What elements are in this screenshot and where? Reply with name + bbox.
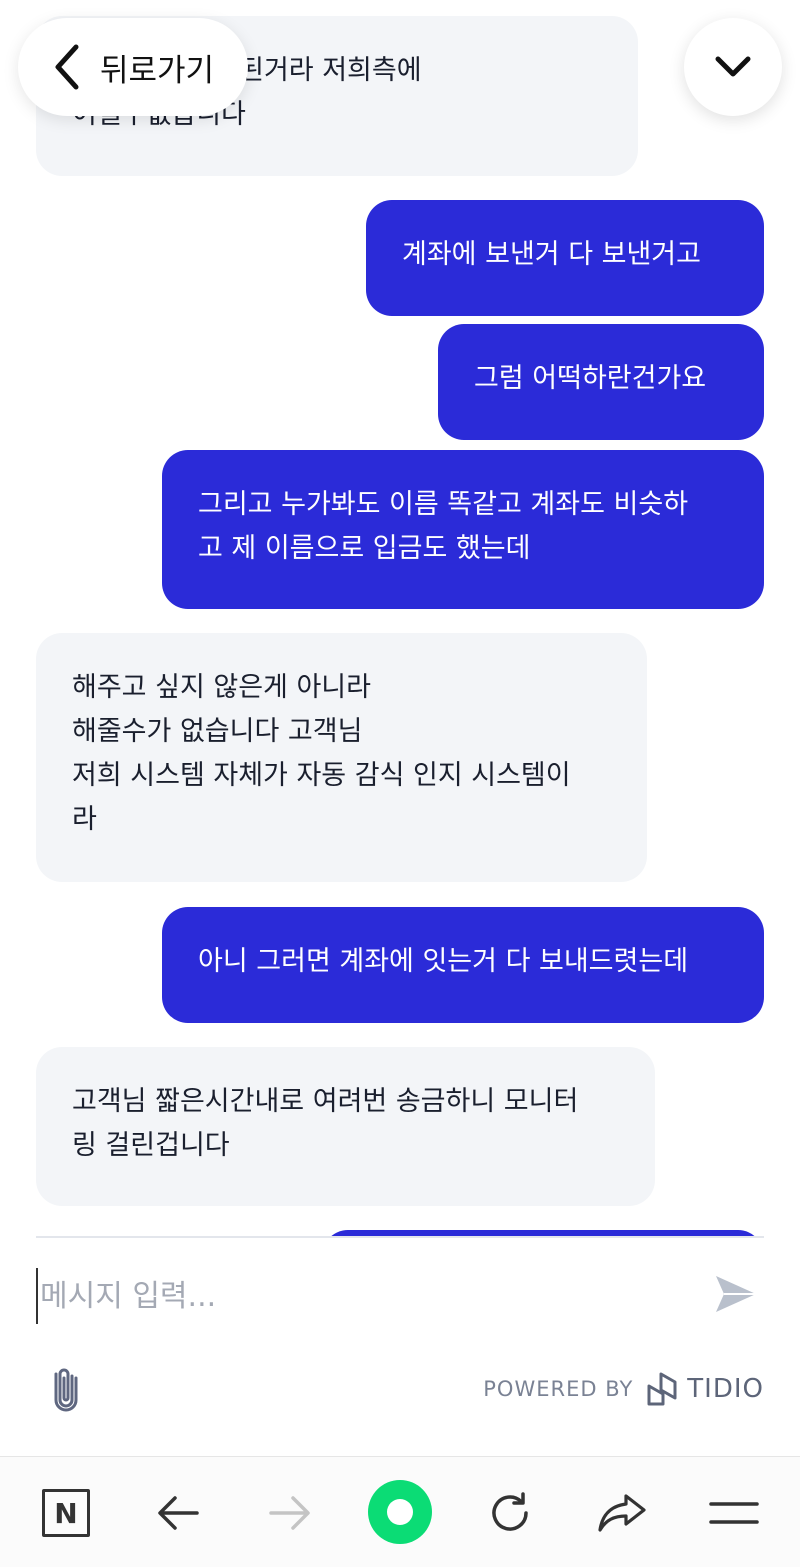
menu-button[interactable] bbox=[706, 1485, 762, 1541]
composer: POWERED BY TIDIO bbox=[0, 1238, 800, 1456]
visitor-message: 계좌에 보낸거 다 보낸거고 bbox=[366, 200, 764, 316]
collapse-button[interactable] bbox=[684, 18, 782, 116]
forward-arrow-icon bbox=[269, 1496, 310, 1530]
green-dot-icon bbox=[387, 1499, 413, 1525]
back-label: 뒤로가기 bbox=[100, 52, 215, 89]
browser-forward-button[interactable] bbox=[262, 1485, 318, 1541]
powered-by-tidio[interactable]: POWERED BY TIDIO bbox=[483, 1366, 764, 1412]
visitor-message: 그리고 누가봐도 이름 똑같고 계좌도 비슷하 고 제 이름으로 입금도 했는데 bbox=[162, 450, 764, 609]
powered-by-text: POWERED BY bbox=[483, 1377, 634, 1401]
send-icon[interactable] bbox=[712, 1270, 760, 1318]
chevron-down-icon bbox=[715, 56, 751, 77]
share-icon bbox=[598, 1494, 646, 1532]
refresh-button[interactable] bbox=[482, 1485, 538, 1541]
tidio-logo-icon bbox=[647, 1372, 677, 1406]
visitor-message: 아니 그러면 계좌에 잇는거 다 보내드렷는데 bbox=[162, 907, 764, 1023]
back-arrow-icon bbox=[158, 1496, 199, 1530]
menu-icon bbox=[709, 1502, 759, 1524]
browser-back-button[interactable] bbox=[150, 1485, 206, 1541]
operator-message: 해주고 싶지 않은게 아니라 해줄수가 없습니다 고객님 저희 시스템 자체가 … bbox=[36, 633, 647, 882]
naver-home-button[interactable]: N bbox=[38, 1485, 94, 1541]
message-input[interactable] bbox=[36, 1268, 676, 1324]
refresh-icon bbox=[492, 1492, 528, 1531]
tidio-brand-text: TIDIO bbox=[687, 1374, 764, 1404]
paperclip-icon[interactable] bbox=[50, 1366, 84, 1412]
back-button[interactable]: 뒤로가기 bbox=[18, 18, 248, 116]
chevron-left-icon bbox=[55, 44, 79, 90]
share-button[interactable] bbox=[594, 1485, 650, 1541]
message-list[interactable]: ...수로 이렇게 된거라 저희측에 어쩔수없습니다 계좌에 보낸거 다 보낸거… bbox=[0, 0, 800, 1237]
operator-message: 고객님 짧은시간내로 여려번 송금하니 모니터 링 걸린겁니다 bbox=[36, 1047, 655, 1206]
green-dot-button[interactable] bbox=[368, 1480, 432, 1544]
naver-n-icon: N bbox=[42, 1489, 90, 1537]
visitor-message: 그럼 어떡하란건가요 bbox=[438, 324, 764, 440]
chat-app: ...수로 이렇게 된거라 저희측에 어쩔수없습니다 계좌에 보낸거 다 보낸거… bbox=[0, 0, 800, 1567]
